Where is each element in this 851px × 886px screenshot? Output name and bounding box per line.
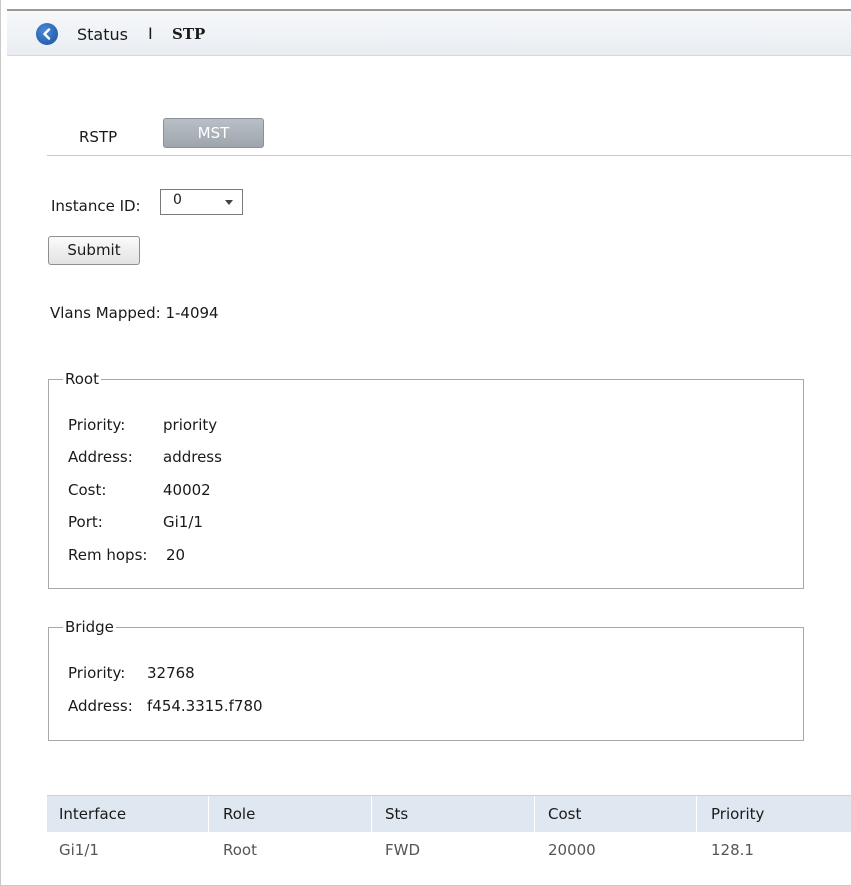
root-priority-value: priority (163, 416, 218, 434)
table-header-priority[interactable]: Priority (711, 805, 764, 823)
table-cell-interface: Gi1/1 (59, 841, 99, 859)
bridge-address-label: Address: (68, 697, 133, 715)
root-cost-value: 40002 (163, 481, 211, 499)
table-header-sts[interactable]: Sts (385, 805, 408, 823)
table-header: Interface Role Sts Cost Priority (47, 795, 851, 832)
table-header-interface[interactable]: Interface (59, 805, 126, 823)
root-group: Root (48, 370, 804, 589)
root-rem-hops-row: Rem hops: 20 (68, 546, 185, 564)
bridge-address-row: Address: f454.3315.f780 (68, 697, 263, 715)
root-cost-row: Cost: 40002 (68, 481, 211, 499)
table-cell-role: Root (223, 841, 257, 859)
table-header-cost[interactable]: Cost (548, 805, 581, 823)
root-address-row: Address: address (68, 448, 222, 466)
tab-mst[interactable]: MST (163, 118, 264, 148)
submit-button[interactable]: Submit (48, 236, 140, 265)
root-priority-row: Priority: priority (68, 416, 217, 434)
root-priority-label: Priority: (68, 416, 126, 434)
root-address-label: Address: (68, 448, 133, 466)
root-rem-hops-label: Rem hops: (68, 546, 148, 564)
root-port-value: Gi1/1 (163, 513, 203, 531)
page-header: Status I STP (7, 9, 851, 56)
instance-id-label: Instance ID: (51, 197, 141, 215)
table-cell-priority: 128.1 (711, 841, 754, 859)
bridge-address-value: f454.3315.f780 (147, 697, 263, 715)
back-arrow-icon[interactable] (36, 23, 58, 45)
breadcrumb-status[interactable]: Status (77, 25, 128, 44)
breadcrumb-current: STP (172, 25, 206, 43)
root-port-row: Port: Gi1/1 (68, 513, 203, 531)
table-cell-sts: FWD (385, 841, 421, 859)
bridge-legend: Bridge (65, 618, 114, 636)
bridge-priority-value: 32768 (147, 664, 195, 682)
root-cost-label: Cost: (68, 481, 107, 499)
root-rem-hops-value: 20 (166, 546, 186, 564)
chevron-down-icon (225, 200, 233, 205)
root-port-label: Port: (68, 513, 103, 531)
root-address-value: address (163, 448, 222, 466)
bridge-priority-label: Priority: (68, 664, 126, 682)
tab-bar: RSTP MST (47, 118, 851, 156)
vlans-mapped: Vlans Mapped: 1-4094 (50, 304, 219, 322)
content-frame: Status I STP RSTP MST Instance ID: 0 Sub… (0, 0, 851, 886)
breadcrumb-separator: I (148, 24, 153, 43)
tab-rstp[interactable]: RSTP (79, 128, 117, 146)
table-header-role[interactable]: Role (223, 805, 255, 823)
instance-id-value: 0 (173, 192, 182, 208)
table-cell-cost: 20000 (548, 841, 596, 859)
root-legend: Root (65, 370, 99, 388)
instance-id-select[interactable]: 0 (160, 189, 243, 215)
bridge-priority-row: Priority: 32768 (68, 664, 195, 682)
